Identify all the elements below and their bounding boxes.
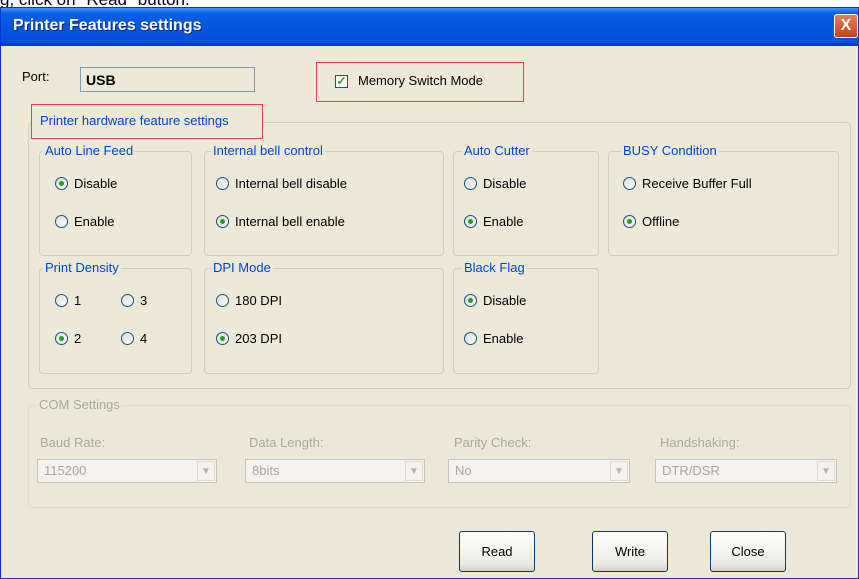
handshaking-select[interactable]: DTR/DSR ▼: [655, 459, 837, 483]
data-length-select[interactable]: 8bits ▼: [245, 459, 425, 483]
radio-dot-icon: [623, 215, 636, 228]
title-bar[interactable]: Printer Features settings X: [1, 8, 858, 46]
print-density-group: Print Density: [39, 260, 192, 374]
handshaking-label: Handshaking:: [660, 435, 740, 450]
radio-icon: [464, 177, 477, 190]
option-label: 1: [74, 293, 82, 308]
option-label: Disable: [483, 293, 527, 308]
auto-cutter-title: Auto Cutter: [462, 143, 532, 158]
option-label: Receive Buffer Full: [642, 176, 752, 191]
close-icon[interactable]: X: [834, 14, 858, 38]
parity-check-select[interactable]: No ▼: [448, 459, 630, 483]
radio-icon: [216, 294, 229, 307]
data-length-label: Data Length:: [249, 435, 324, 450]
memory-switch-label: Memory Switch Mode: [358, 73, 483, 88]
chevron-down-icon: ▼: [817, 461, 835, 481]
option-label: Enable: [74, 214, 115, 229]
check-icon: ✓: [335, 74, 348, 88]
printer-features-dialog: Printer Features settings X Port: USB ✓ …: [0, 7, 859, 579]
radio-dot-icon: [55, 177, 68, 190]
write-button[interactable]: Write: [592, 531, 668, 572]
com-settings-title: COM Settings: [37, 397, 122, 412]
radio-icon: [55, 294, 68, 307]
internal-bell-title: Internal bell control: [211, 143, 325, 158]
radio-dot-icon: [464, 294, 477, 307]
option-label: 4: [140, 331, 148, 346]
radio-dot-icon: [55, 332, 68, 345]
baud-rate-label: Baud Rate:: [40, 435, 106, 450]
option-label: Disable: [74, 176, 118, 191]
option-label: 2: [74, 331, 82, 346]
auto-cutter-group: Auto Cutter: [453, 143, 599, 256]
option-label: 180 DPI: [235, 293, 282, 308]
hardware-section-title: Printer hardware feature settings: [40, 113, 229, 128]
option-label: Enable: [483, 331, 524, 346]
port-field: USB: [80, 67, 255, 92]
baud-rate-select[interactable]: 115200 ▼: [37, 459, 217, 483]
radio-dot-icon: [216, 215, 229, 228]
chevron-down-icon: ▼: [197, 461, 215, 481]
radio-dot-icon: [464, 215, 477, 228]
radio-icon: [464, 332, 477, 345]
parity-check-label: Parity Check:: [454, 435, 532, 450]
close-button[interactable]: Close: [710, 531, 786, 572]
port-label: Port:: [22, 69, 50, 84]
data-length-value: 8bits: [252, 463, 280, 478]
baud-rate-value: 115200: [44, 463, 87, 478]
option-label: Disable: [483, 176, 527, 191]
radio-icon: [121, 332, 134, 345]
option-label: 3: [140, 293, 148, 308]
option-label: Enable: [483, 214, 524, 229]
radio-icon: [55, 215, 68, 228]
print-density-title: Print Density: [43, 260, 121, 275]
window-title: Printer Features settings: [13, 17, 202, 34]
radio-dot-icon: [216, 332, 229, 345]
radio-icon: [623, 177, 636, 190]
radio-icon: [216, 177, 229, 190]
com-settings-group: COM Settings: [28, 397, 851, 508]
auto-line-feed-title: Auto Line Feed: [43, 143, 136, 158]
internal-bell-group: Internal bell control: [204, 143, 444, 256]
chevron-down-icon: ▼: [405, 461, 423, 481]
dpi-mode-title: DPI Mode: [211, 260, 273, 275]
option-label: Internal bell enable: [235, 214, 345, 229]
busy-condition-title: BUSY Condition: [621, 143, 719, 158]
parity-check-value: No: [455, 463, 472, 478]
busy-condition-group: BUSY Condition: [608, 143, 839, 256]
option-label: 203 DPI: [235, 331, 282, 346]
black-flag-title: Black Flag: [462, 260, 527, 275]
black-flag-group: Black Flag: [453, 260, 599, 374]
radio-icon: [121, 294, 134, 307]
dpi-mode-group: DPI Mode: [204, 260, 444, 374]
auto-line-feed-group: Auto Line Feed: [39, 143, 192, 256]
option-label: Offline: [642, 214, 680, 229]
chevron-down-icon: ▼: [610, 461, 628, 481]
option-label: Internal bell disable: [235, 176, 348, 191]
read-button[interactable]: Read: [459, 531, 535, 572]
handshaking-value: DTR/DSR: [662, 463, 720, 478]
